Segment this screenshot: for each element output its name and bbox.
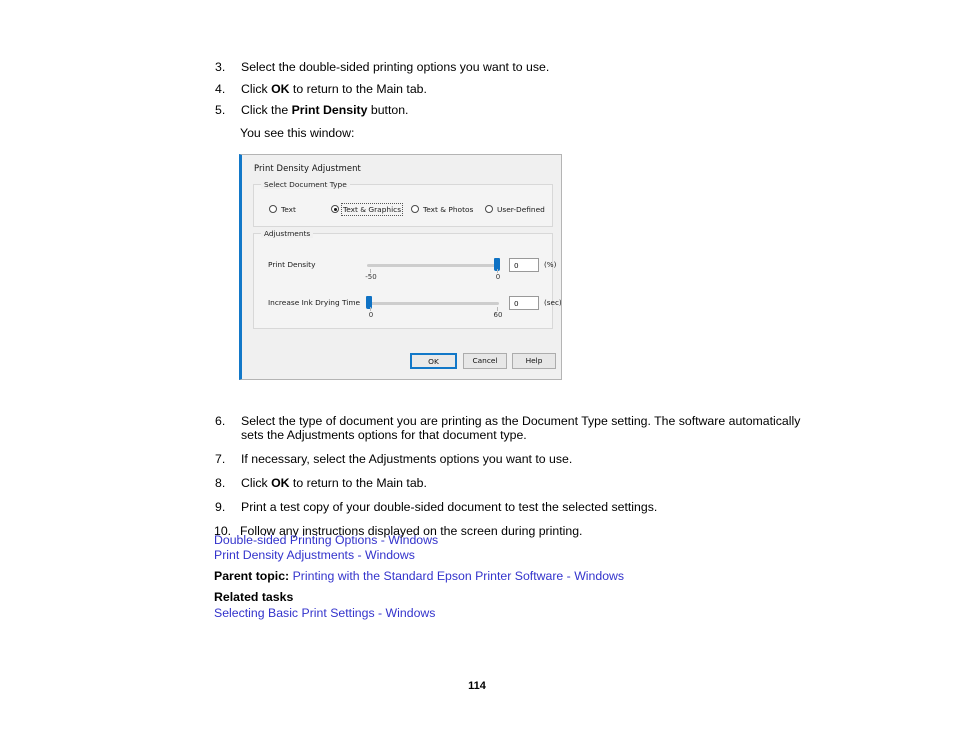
step-number: 4. [215, 81, 226, 96]
dialog-button-row: OK Cancel Help [242, 353, 561, 371]
slider-tick-label-min: -50 [365, 273, 377, 281]
step-text: Click OK to return to the Main tab. [241, 81, 427, 96]
radio-user-defined[interactable]: User-Defined [485, 201, 545, 217]
step-number: 7. [215, 452, 226, 466]
step-text: Select the type of document you are prin… [241, 414, 801, 442]
radio-text-and-photos[interactable]: Text & Photos [411, 201, 473, 217]
slider-tick-label-max: 0 [495, 273, 501, 281]
radio-dot-icon [331, 205, 339, 213]
step-text: Print a test copy of your double-sided d… [241, 500, 658, 514]
list-item: 7. If necessary, select the Adjustments … [214, 452, 814, 466]
radio-label: Text [281, 204, 296, 214]
print-density-unit: (%) [544, 260, 557, 269]
step-number: 6. [215, 414, 226, 428]
radio-text[interactable]: Text [269, 201, 296, 217]
list-item: 4. Click OK to return to the Main tab. [214, 82, 814, 96]
radio-dot-icon [411, 205, 419, 213]
parent-topic-label: Parent topic: [214, 569, 290, 583]
link-selecting-basic-print-settings[interactable]: Selecting Basic Print Settings - Windows [214, 606, 834, 621]
slider-label: Increase Ink Drying Time [268, 298, 361, 307]
cancel-button[interactable]: Cancel [463, 353, 507, 369]
group-label: Select Document Type [261, 180, 350, 189]
parent-topic-line: Parent topic: Printing with the Standard… [214, 569, 834, 584]
document-type-radio-row: Text Text & Graphics Text & Photos User-… [254, 201, 552, 217]
radio-text-and-graphics[interactable]: Text & Graphics [331, 201, 404, 217]
link-parent-topic[interactable]: Printing with the Standard Epson Printer… [293, 569, 625, 583]
print-density-slider-track[interactable] [367, 264, 499, 267]
radio-dot-icon [485, 205, 493, 213]
list-item: 6. Select the type of document you are p… [214, 414, 814, 442]
ink-drying-time-slider-row: Increase Ink Drying Time 0 60 0 (sec) [254, 292, 561, 322]
step-text: If necessary, select the Adjustments opt… [241, 452, 573, 466]
ink-drying-slider-thumb[interactable] [366, 296, 372, 309]
ink-drying-slider-track[interactable] [367, 302, 499, 305]
step-number: 9. [215, 500, 226, 514]
list-item: 5. Click the Print Density button. [214, 103, 814, 117]
print-density-value-field[interactable]: 0 [509, 258, 539, 272]
page-number: 114 [468, 680, 486, 692]
radio-label: User-Defined [497, 204, 545, 214]
help-button[interactable]: Help [512, 353, 556, 369]
ink-drying-unit: (sec) [544, 298, 562, 307]
radio-label: Text & Graphics [340, 202, 404, 216]
see-window-caption: You see this window: [240, 126, 355, 140]
radio-dot-icon [269, 205, 277, 213]
print-density-slider-row: Print Density -50 0 0 (%) [254, 254, 556, 284]
ok-button[interactable]: OK [410, 353, 457, 369]
document-page: 3. Select the double-sided printing opti… [0, 0, 954, 738]
step-number: 8. [215, 476, 226, 490]
dialog-title: Print Density Adjustment [254, 163, 361, 173]
link-print-density-adjustments[interactable]: Print Density Adjustments - Windows [214, 548, 834, 563]
slider-tick-label-max: 60 [493, 311, 503, 319]
print-density-adjustment-dialog: Print Density Adjustment Select Document… [239, 154, 562, 380]
list-item: 9. Print a test copy of your double-side… [214, 500, 814, 514]
slider-tick-label-min: 0 [368, 311, 374, 319]
slider-label: Print Density [268, 260, 316, 269]
step-text: Click OK to return to the Main tab. [241, 476, 427, 490]
ink-drying-value-field[interactable]: 0 [509, 296, 539, 310]
related-tasks-header: Related tasks [214, 590, 294, 604]
instruction-steps-top: 3. Select the double-sided printing opti… [214, 60, 814, 140]
select-document-type-group: Select Document Type Text Text & Graphic… [253, 180, 553, 227]
adjustments-group: Adjustments Print Density -50 0 0 (%) In… [253, 229, 561, 329]
list-item: 3. Select the double-sided printing opti… [214, 60, 814, 74]
group-label: Adjustments [261, 229, 314, 238]
step-number: 5. [215, 103, 226, 117]
related-links-block: Double-sided Printing Options - Windows … [214, 533, 834, 621]
step-text: Select the double-sided printing options… [241, 60, 550, 74]
radio-label: Text & Photos [423, 204, 474, 214]
instruction-steps-bottom: 6. Select the type of document you are p… [214, 414, 814, 548]
step-text: Click the Print Density button. [241, 103, 409, 117]
list-item: 8. Click OK to return to the Main tab. [214, 476, 814, 490]
link-double-sided-printing-options[interactable]: Double-sided Printing Options - Windows [214, 533, 834, 548]
step-number: 3. [215, 60, 226, 74]
